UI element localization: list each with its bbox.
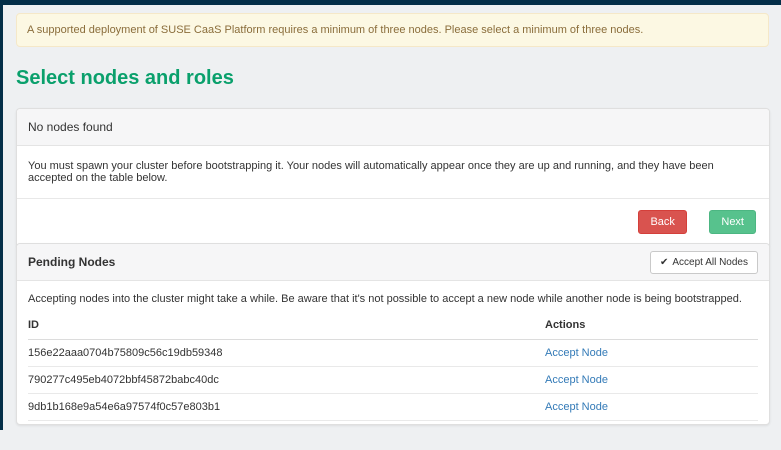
back-button[interactable]: Back xyxy=(638,210,686,234)
accept-all-nodes-label: Accept All Nodes xyxy=(672,257,748,268)
warning-banner: A supported deployment of SUSE CaaS Plat… xyxy=(16,13,769,47)
left-chrome-edge xyxy=(0,0,3,430)
pending-nodes-note: Accepting nodes into the cluster might t… xyxy=(28,293,758,305)
table-row: 790277c495eb4072bbf45872babc40dcAccept N… xyxy=(28,367,758,394)
node-id: 9db1b168e9a54e6a97574f0c57e803b1 xyxy=(28,394,545,421)
pending-nodes-panel: Pending Nodes ✔ Accept All Nodes Acceptin… xyxy=(16,243,770,425)
warning-banner-text: A supported deployment of SUSE CaaS Plat… xyxy=(27,24,643,36)
no-nodes-message: You must spawn your cluster before boots… xyxy=(28,160,758,184)
page-title: Select nodes and roles xyxy=(16,67,234,90)
no-nodes-panel: No nodes found You must spawn your clust… xyxy=(16,108,770,248)
check-icon: ✔ xyxy=(660,257,668,268)
table-header-row: ID Actions xyxy=(28,310,758,340)
node-actions-cell: Accept Node xyxy=(545,340,758,367)
pending-nodes-table-body: 156e22aaa0704b75809c56c19db59348Accept N… xyxy=(28,340,758,421)
accept-node-link[interactable]: Accept Node xyxy=(545,347,608,359)
wizard-button-row: Back Next xyxy=(17,198,769,247)
pending-nodes-panel-body: Accepting nodes into the cluster might t… xyxy=(17,281,769,421)
pending-nodes-title: Pending Nodes xyxy=(28,255,115,269)
no-nodes-panel-header: No nodes found xyxy=(17,109,769,146)
next-button[interactable]: Next xyxy=(709,210,756,234)
column-header-actions: Actions xyxy=(545,310,758,340)
column-header-id: ID xyxy=(28,310,545,340)
node-actions-cell: Accept Node xyxy=(545,367,758,394)
node-id: 156e22aaa0704b75809c56c19db59348 xyxy=(28,340,545,367)
no-nodes-panel-body: You must spawn your cluster before boots… xyxy=(17,146,769,198)
pending-nodes-panel-header: Pending Nodes ✔ Accept All Nodes xyxy=(17,244,769,281)
accept-all-nodes-button[interactable]: ✔ Accept All Nodes xyxy=(650,251,758,274)
top-chrome-edge xyxy=(0,0,781,5)
table-row: 9db1b168e9a54e6a97574f0c57e803b1Accept N… xyxy=(28,394,758,421)
accept-node-link[interactable]: Accept Node xyxy=(545,374,608,386)
node-id: 790277c495eb4072bbf45872babc40dc xyxy=(28,367,545,394)
node-actions-cell: Accept Node xyxy=(545,394,758,421)
no-nodes-panel-title: No nodes found xyxy=(28,120,113,134)
accept-node-link[interactable]: Accept Node xyxy=(545,401,608,413)
table-row: 156e22aaa0704b75809c56c19db59348Accept N… xyxy=(28,340,758,367)
pending-nodes-table: ID Actions 156e22aaa0704b75809c56c19db59… xyxy=(28,310,758,421)
